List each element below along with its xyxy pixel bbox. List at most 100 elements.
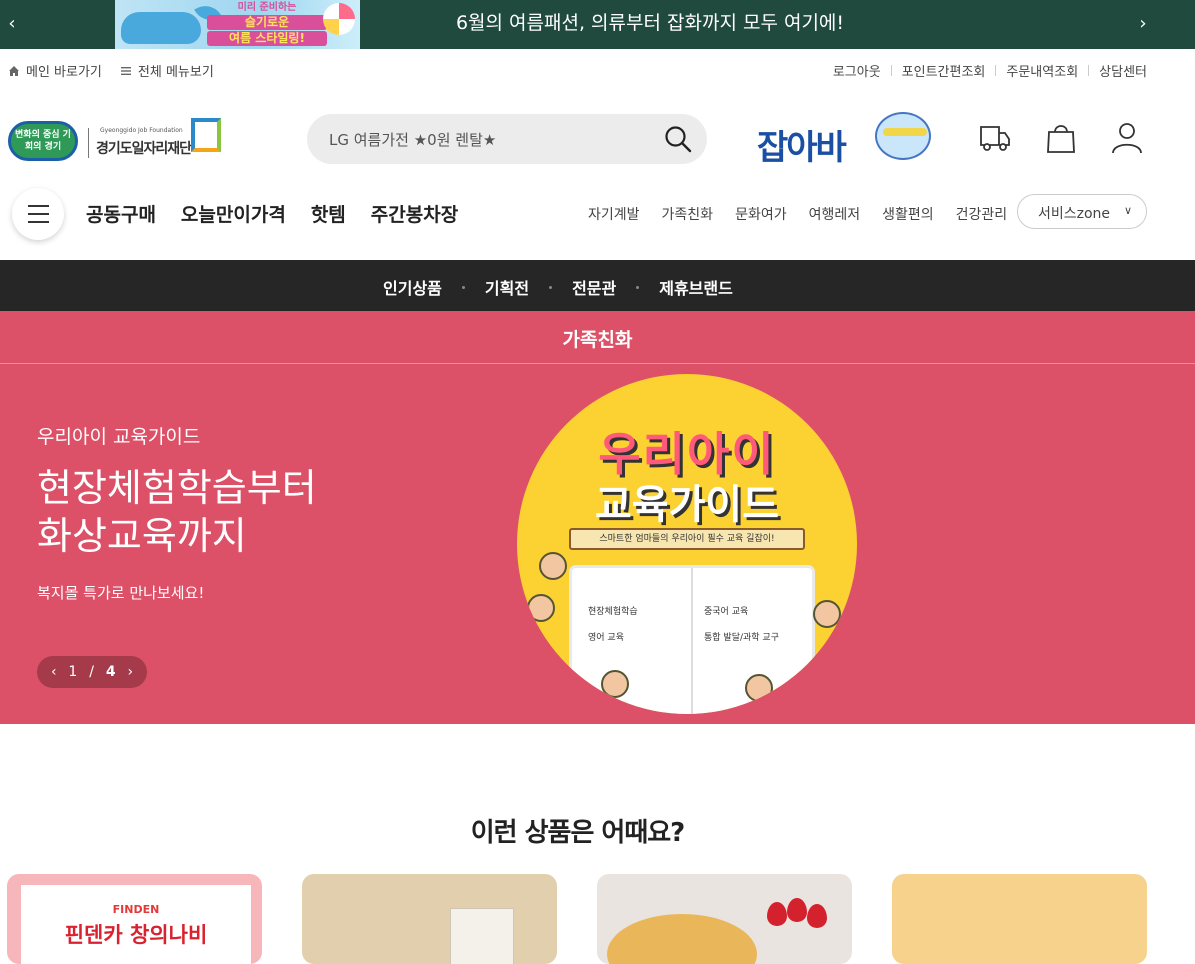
nav-item-group-buy[interactable]: 공동구매: [86, 200, 156, 227]
strawberry-illustration: [807, 904, 827, 928]
user-icon[interactable]: [1110, 120, 1144, 154]
product-card[interactable]: FINDEN 핀덴카 창의나비: [7, 874, 262, 964]
logout-link[interactable]: 로그아웃: [833, 61, 881, 80]
promo-banner-image-text: 미리 준비하는 슬기로운 여름 스타일링!: [207, 2, 327, 46]
divider: [1088, 65, 1090, 76]
product-name: 핀덴카 창의나비: [64, 923, 208, 947]
list-icon: [120, 66, 131, 75]
pager-current: 1: [68, 664, 78, 680]
book-item: 통합 발달/과학 교구: [704, 633, 779, 643]
sub-nav-health[interactable]: 건강관리: [956, 204, 1008, 224]
product-card[interactable]: [302, 874, 557, 964]
beach-ball-illustration: [323, 3, 355, 35]
hamburger-menu-button[interactable]: [12, 188, 64, 240]
gyeonggi-logo-badge: 변화의 중심 기회의 경기: [8, 121, 78, 161]
promo-banner[interactable]: ‹ 미리 준비하는 슬기로운 여름 스타일링! 6월의 여름패션, 의류부터 잡…: [0, 0, 1195, 49]
banner-line-2: 슬기로운: [207, 15, 327, 30]
search-input[interactable]: LG 여름가전 ★0원 렌탈★: [329, 129, 496, 150]
category-partner-brands[interactable]: 제휴브랜드: [659, 275, 733, 299]
hero-description: 복지몰 특가로 만나보세요!: [37, 584, 205, 602]
header-icons: [978, 120, 1144, 154]
hero-divider: [0, 363, 1195, 364]
separator-dot: [636, 285, 640, 289]
chevron-left-icon[interactable]: ‹: [2, 12, 22, 36]
category-bar: 인기상품 기획전 전문관 제휴브랜드: [0, 260, 1195, 311]
promo-banner-image[interactable]: 미리 준비하는 슬기로운 여름 스타일링!: [115, 0, 360, 49]
main-nav: 공동구매 오늘만이가격 핫템 주간봉차장: [86, 200, 458, 227]
nav-item-weekly[interactable]: 주간봉차장: [371, 200, 458, 227]
child-illustration: [601, 670, 629, 698]
product-card[interactable]: [597, 874, 852, 964]
points-link[interactable]: 포인트간편조회: [902, 61, 986, 80]
divider: [995, 65, 997, 76]
chevron-down-icon: ∨: [1123, 204, 1132, 217]
banner-line-1: 미리 준비하는: [237, 2, 297, 13]
search-icon[interactable]: [663, 124, 693, 154]
sub-nav-culture[interactable]: 문화여가: [735, 204, 787, 224]
hamburger-line: [28, 213, 49, 215]
service-zone-dropdown[interactable]: 서비스zone ∨: [1017, 194, 1147, 229]
jobaba-logo-text: 잡아바: [757, 128, 847, 168]
category-exhibition[interactable]: 기획전: [485, 275, 529, 299]
service-zone-label: 서비스zone: [1038, 206, 1111, 222]
delivery-truck-icon[interactable]: [978, 120, 1012, 154]
child-illustration: [539, 552, 567, 580]
hero-banner-image[interactable]: 우리아이 교육가이드 스마트한 엄마들의 우리아이 필수 교육 길잡이! 현장체…: [517, 374, 857, 714]
search-bar[interactable]: LG 여름가전 ★0원 렌탈★: [307, 114, 707, 164]
hero-headline: 현장체험학습부터 화상교육까지: [37, 464, 317, 560]
strawberry-illustration: [767, 902, 787, 926]
orders-link[interactable]: 주문내역조회: [1006, 61, 1078, 80]
category-popular[interactable]: 인기상품: [383, 275, 442, 299]
hero-pager: ‹ 1 / 4 ›: [37, 656, 147, 688]
home-link[interactable]: 메인 바로가기: [8, 61, 102, 80]
mascot-illustration: [875, 112, 931, 160]
child-illustration: [527, 594, 555, 622]
chevron-right-icon[interactable]: ›: [127, 664, 133, 680]
hero-eyebrow: 우리아이 교육가이드: [37, 426, 201, 448]
support-link[interactable]: 상담센터: [1099, 61, 1147, 80]
book-item: 현장체험학습: [588, 607, 638, 617]
promo-title[interactable]: 6월의 여름패션, 의류부터 잡화까지 모두 여기에!: [380, 11, 920, 35]
sub-nav: 자기계발 가족친화 문화여가 여행레저 생활편의 건강관리: [588, 204, 1007, 224]
nav-item-hot-items[interactable]: 핫템: [311, 200, 346, 227]
sub-nav-self-dev[interactable]: 자기계발: [588, 204, 640, 224]
hamburger-line: [28, 205, 49, 207]
site-logo[interactable]: 변화의 중심 기회의 경기 Gyeonggido Job Foundation …: [8, 118, 223, 166]
chevron-right-icon[interactable]: ›: [1133, 12, 1153, 36]
utility-bar: 메인 바로가기 전체 메뉴보기 로그아웃 포인트간편조회 주문내역조회 상담센터: [0, 49, 1195, 89]
product-card[interactable]: [892, 874, 1147, 964]
sub-nav-travel[interactable]: 여행레저: [809, 204, 861, 224]
hero-headline-line-2: 화상교육까지: [37, 514, 247, 558]
child-illustration: [745, 674, 773, 702]
foundation-mark-icon: [191, 118, 221, 152]
pager-total: 4: [105, 664, 116, 680]
hero-image-ribbon: 스마트한 엄마들의 우리아이 필수 교육 길잡이!: [569, 528, 805, 550]
category-specialty[interactable]: 전문관: [572, 275, 616, 299]
home-icon: [9, 65, 19, 76]
all-menu-label: 전체 메뉴보기: [137, 65, 214, 80]
pager-separator: /: [89, 664, 94, 680]
book-item: 중국어 교육: [704, 607, 749, 617]
all-menu-link[interactable]: 전체 메뉴보기: [120, 61, 214, 80]
hero-headline-line-1: 현장체험학습부터: [37, 466, 317, 510]
logo-subtitle: Gyeonggido Job Foundation: [100, 127, 183, 134]
recommend-title: 이런 상품은 어때요?: [470, 818, 686, 848]
whale-illustration: [121, 12, 201, 44]
shopping-bag-icon[interactable]: [1044, 120, 1078, 154]
book-item: 영어 교육: [588, 633, 624, 643]
separator-dot: [549, 285, 553, 289]
banner-line-3: 여름 스타일링!: [207, 31, 327, 46]
hamburger-line: [28, 221, 49, 223]
sub-nav-living[interactable]: 생활편의: [882, 204, 934, 224]
book-spine: [691, 568, 693, 714]
hero-section-title: 가족친화: [562, 329, 633, 351]
hero-image-title-2: 교육가이드: [595, 482, 779, 528]
jobaba-banner[interactable]: 잡아바: [757, 110, 937, 168]
chevron-left-icon[interactable]: ‹: [51, 664, 57, 680]
logo-org-name: 경기도일자리재단: [96, 141, 192, 157]
hero-section: 가족친화 우리아이 교육가이드 현장체험학습부터 화상교육까지 복지몰 특가로 …: [0, 311, 1195, 724]
nav-item-today-price[interactable]: 오늘만이가격: [181, 200, 286, 227]
product-image: [607, 914, 757, 964]
sub-nav-family[interactable]: 가족친화: [662, 204, 714, 224]
divider: [890, 65, 892, 76]
